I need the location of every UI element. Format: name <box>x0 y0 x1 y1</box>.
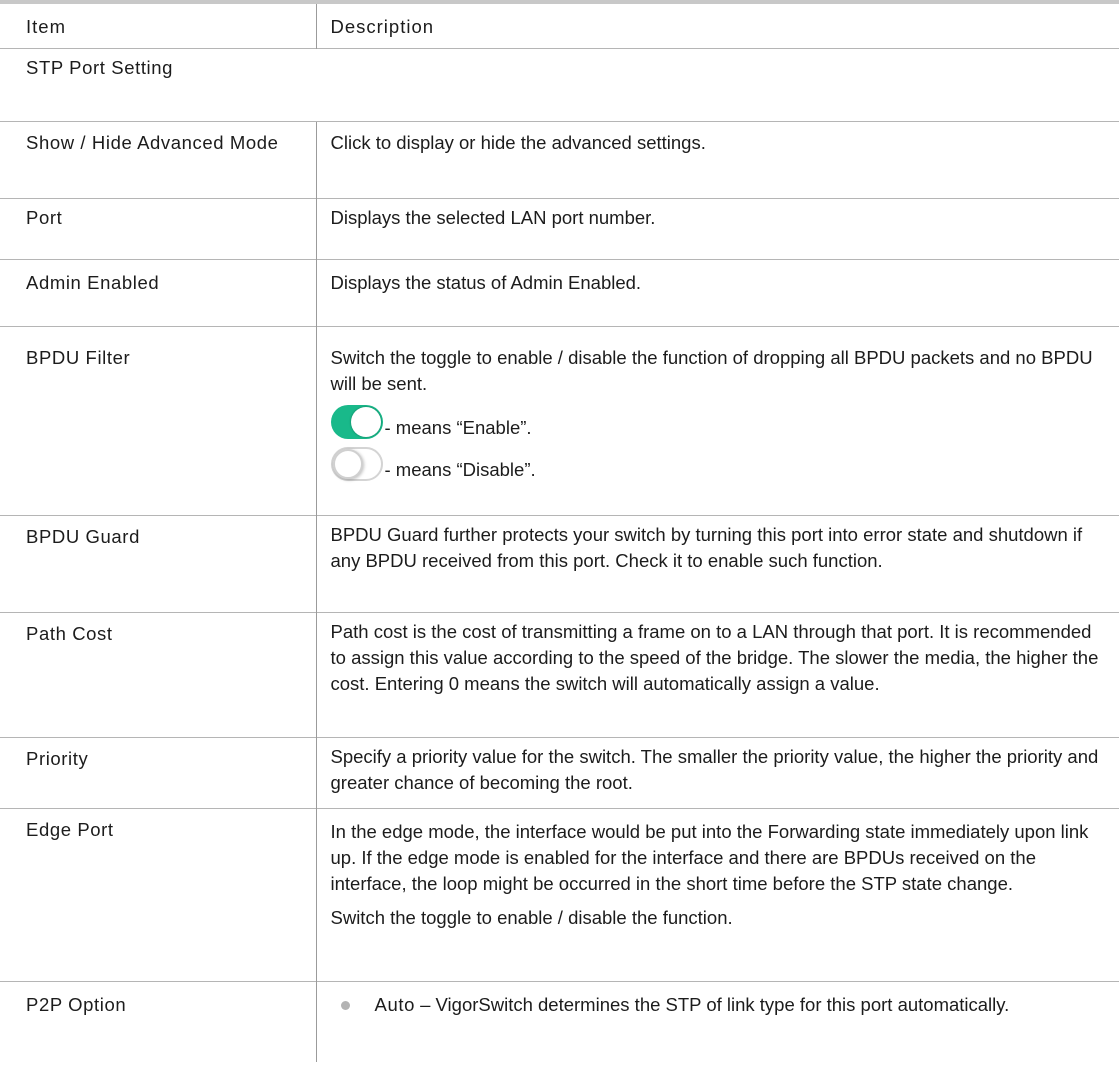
toggle-legend-disable: - means “Disable”. <box>330 443 1110 481</box>
row-item: Edge Port <box>0 807 316 981</box>
bullet-icon <box>340 1000 350 1010</box>
row-item: Show / Hide Advanced Mode <box>0 120 316 198</box>
row-desc: Auto – VigorSwitch determines the STP of… <box>315 980 1119 1062</box>
table-row: Priority Specify a priority value for th… <box>0 736 1119 808</box>
toggle-off-label: - means “Disable”. <box>384 458 536 480</box>
section-title: STP Port Setting <box>0 47 1119 121</box>
row-item: Priority <box>0 736 316 808</box>
p2p-options-list: Auto – VigorSwitch determines the STP of… <box>331 992 1110 1018</box>
row-desc: Click to display or hide the advanced se… <box>315 120 1119 198</box>
row-desc: Specify a priority value for the switch.… <box>315 736 1119 808</box>
edge-port-text: In the edge mode, the interface would be… <box>330 820 1089 894</box>
option-name: Auto <box>374 993 415 1015</box>
row-desc: BPDU Guard further protects your switch … <box>315 514 1119 612</box>
section-row: STP Port Setting <box>0 47 1119 121</box>
table-row: P2P Option Auto – VigorSwitch determines… <box>0 980 1119 1062</box>
table-row: BPDU Filter Switch the toggle to enable … <box>0 325 1119 515</box>
row-item: Port <box>0 197 316 259</box>
row-desc: Displays the selected LAN port number. <box>315 197 1119 259</box>
header-item: Item <box>26 16 66 37</box>
table-row: Path Cost Path cost is the cost of trans… <box>0 611 1119 737</box>
table-row: Admin Enabled Displays the status of Adm… <box>0 258 1119 326</box>
edge-port-text-2: Switch the toggle to enable / disable th… <box>330 906 733 928</box>
table-row: Port Displays the selected LAN port numb… <box>0 197 1119 259</box>
row-item: Path Cost <box>0 611 316 737</box>
bpdu-filter-text: Switch the toggle to enable / disable th… <box>330 346 1093 394</box>
row-item: P2P Option <box>0 980 316 1062</box>
row-item: BPDU Guard <box>0 514 316 612</box>
option-text: – VigorSwitch determines the STP of link… <box>414 993 1010 1015</box>
row-desc: In the edge mode, the interface would be… <box>315 807 1119 981</box>
row-desc: Path cost is the cost of transmitting a … <box>315 611 1119 737</box>
toggle-on-label: - means “Enable”. <box>384 416 532 438</box>
settings-table: Item Description STP Port Setting Show /… <box>0 4 1119 1062</box>
table-header-row: Item Description <box>0 4 1119 48</box>
row-desc: Switch the toggle to enable / disable th… <box>315 325 1119 515</box>
table-row: Edge Port In the edge mode, the interfac… <box>0 807 1119 981</box>
toggle-legend-enable: - means “Enable”. <box>330 401 1110 439</box>
toggle-off-icon <box>330 446 383 481</box>
row-item: BPDU Filter <box>0 325 316 515</box>
list-item: Auto – VigorSwitch determines the STP of… <box>331 992 1110 1018</box>
header-description: Description <box>315 4 1119 48</box>
table-row: Show / Hide Advanced Mode Click to displ… <box>0 120 1119 198</box>
row-item: Admin Enabled <box>0 258 316 326</box>
toggle-on-icon <box>330 404 383 439</box>
row-desc: Displays the status of Admin Enabled. <box>315 258 1119 326</box>
table-row: BPDU Guard BPDU Guard further protects y… <box>0 514 1119 612</box>
